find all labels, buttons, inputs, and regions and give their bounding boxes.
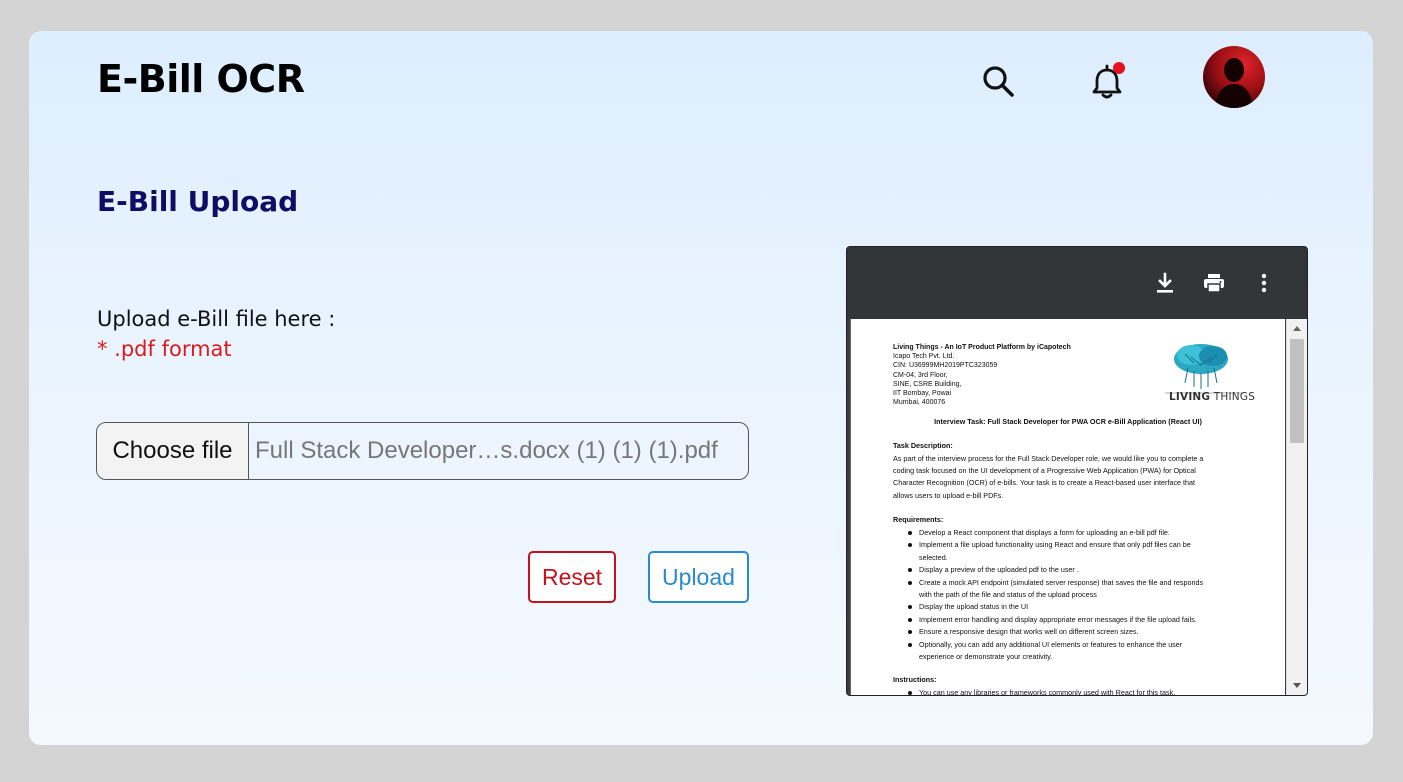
list-item-continuation: selected. bbox=[919, 552, 948, 562]
choose-file-button[interactable]: Choose file bbox=[97, 423, 249, 479]
download-icon[interactable] bbox=[1153, 271, 1177, 295]
doc-task-heading: Task Description: bbox=[893, 441, 953, 450]
avatar[interactable] bbox=[1203, 46, 1265, 108]
pdf-page-area[interactable]: Living Things - An IoT Product Platform … bbox=[850, 319, 1285, 695]
doc-task-paragraph: As part of the interview process for the… bbox=[893, 453, 1253, 502]
doc-company-line: IIT Bombay, Powai bbox=[893, 390, 952, 398]
list-item: Optionally, you can add any additional U… bbox=[908, 639, 1279, 651]
doc-line: Character Recognition (OCR) of e-bills. … bbox=[893, 478, 1196, 488]
pdf-toolbar bbox=[847, 247, 1307, 319]
doc-requirements-list: Develop a React component that displays … bbox=[893, 527, 1279, 663]
doc-title: Interview Task: Full Stack Developer for… bbox=[934, 417, 1202, 426]
page-title: E-Bill Upload bbox=[97, 185, 299, 218]
search-icon[interactable] bbox=[981, 64, 1015, 98]
notification-dot bbox=[1113, 62, 1125, 74]
doc-line: allows users to upload e-bill PDFs. bbox=[893, 490, 1004, 500]
list-item: Implement a file upload functionality us… bbox=[908, 539, 1279, 551]
format-note: * .pdf format bbox=[97, 337, 232, 361]
doc-logo-text: LIVING THINGS bbox=[1169, 391, 1255, 403]
logo-text-light: THINGS bbox=[1213, 391, 1256, 403]
scrollbar-thumb[interactable] bbox=[1290, 339, 1304, 443]
doc-company-line: Living Things - An IoT Product Platform … bbox=[893, 344, 1071, 351]
app-card: E-Bill OCR E-Bill Upload Upload e-Bill f… bbox=[29, 31, 1373, 745]
doc-company-line: Mumbai, 400076 bbox=[893, 399, 946, 407]
list-item: You can use any libraries or frameworks … bbox=[908, 687, 1279, 695]
doc-company-line: Icapo Tech Pvt. Ltd. bbox=[893, 353, 955, 361]
app-title: E-Bill OCR bbox=[97, 57, 305, 101]
list-item: Implement error handling and display app… bbox=[908, 614, 1279, 626]
doc-instructions-list: You can use any libraries or frameworks … bbox=[893, 687, 1279, 695]
list-item-continuation: experience or demonstrate your creativit… bbox=[919, 652, 1053, 662]
file-input[interactable]: Choose file Full Stack Developer…s.docx … bbox=[96, 422, 749, 480]
list-item: Develop a React component that displays … bbox=[908, 527, 1279, 539]
print-icon[interactable] bbox=[1202, 271, 1226, 295]
upload-label: Upload e-Bill file here : bbox=[97, 307, 336, 331]
doc-company-line: CIN: U36999MH2019PTC323059 bbox=[893, 362, 998, 370]
list-item: Create a mock API endpoint (simulated se… bbox=[908, 577, 1279, 589]
selected-file-name: Full Stack Developer…s.docx (1) (1) (1).… bbox=[255, 437, 718, 464]
list-item: Ensure a responsive design that works we… bbox=[908, 626, 1279, 638]
logo-text-bold: LIVING bbox=[1169, 391, 1211, 403]
pdf-scrollbar[interactable] bbox=[1286, 319, 1307, 695]
doc-company-line: CM-04, 3rd Floor, bbox=[893, 371, 948, 379]
doc-company-block: Living Things - An IoT Product Platform … bbox=[893, 343, 1071, 407]
upload-button[interactable]: Upload bbox=[648, 551, 749, 603]
pdf-page: Living Things - An IoT Product Platform … bbox=[851, 319, 1285, 695]
doc-company-line: SINE, CSRE Building, bbox=[893, 380, 962, 388]
list-item-continuation: with the path of the file and status of … bbox=[919, 590, 1097, 600]
doc-instructions-heading: Instructions: bbox=[893, 675, 937, 684]
bell-icon[interactable] bbox=[1089, 61, 1127, 101]
list-item: Display a preview of the uploaded pdf to… bbox=[908, 564, 1279, 576]
pdf-preview: Living Things - An IoT Product Platform … bbox=[846, 246, 1308, 696]
user-silhouette-icon bbox=[1215, 58, 1253, 108]
scroll-down-icon[interactable] bbox=[1287, 677, 1307, 693]
doc-requirements-heading: Requirements: bbox=[893, 515, 944, 524]
reset-button[interactable]: Reset bbox=[528, 551, 616, 603]
list-item: Display the upload status in the UI bbox=[908, 601, 1279, 613]
doc-line: As part of the interview process for the… bbox=[893, 454, 1204, 463]
scroll-up-icon[interactable] bbox=[1287, 321, 1307, 337]
more-vert-icon[interactable] bbox=[1253, 271, 1275, 295]
doc-line: coding task focused on the UI developmen… bbox=[893, 466, 1196, 476]
